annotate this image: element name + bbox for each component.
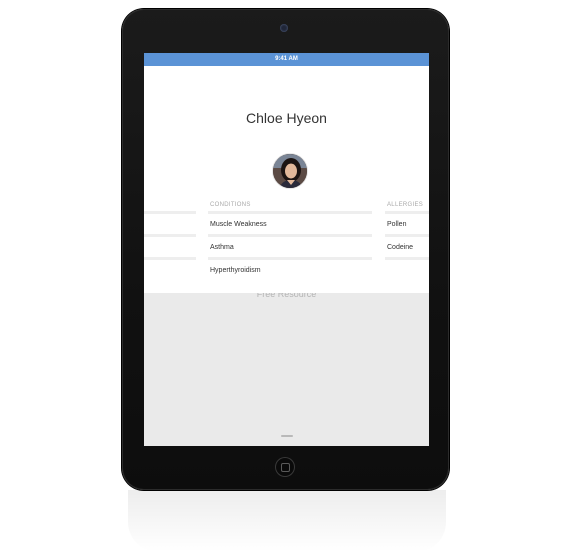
condition-item[interactable]: Muscle Weakness (210, 221, 267, 228)
condition-item[interactable]: Asthma (210, 244, 234, 251)
home-button[interactable] (275, 457, 295, 477)
column-divider (208, 234, 372, 237)
column-divider (385, 257, 429, 260)
column-divider (144, 211, 196, 214)
allergy-item[interactable]: Pollen (387, 221, 406, 228)
status-bar-time: 9:41 AM (275, 56, 298, 62)
column-divider (208, 211, 372, 214)
avatar[interactable] (272, 153, 308, 189)
column-divider (144, 257, 196, 260)
conditions-label: CONDITIONS (210, 202, 251, 208)
condition-item[interactable]: Hyperthyroidism (210, 267, 261, 274)
home-indicator[interactable] (281, 435, 293, 437)
status-bar: 9:41 AM (144, 53, 429, 66)
allergies-label: ALLERGIES (387, 202, 424, 208)
front-camera-icon (280, 24, 288, 32)
column-divider (144, 234, 196, 237)
device-reflection (128, 490, 446, 552)
column-divider (385, 234, 429, 237)
allergy-item[interactable]: Codeine (387, 244, 413, 251)
column-divider (385, 211, 429, 214)
person-photo-icon (273, 154, 307, 188)
column-divider (208, 257, 372, 260)
device-screen: 9:41 AM Free Resource Chloe Hyeon CONDIT… (144, 53, 429, 446)
patient-name: Chloe Hyeon (246, 110, 327, 126)
patient-profile-card: Chloe Hyeon CONDITIONS Muscle Weakness A… (144, 66, 429, 293)
